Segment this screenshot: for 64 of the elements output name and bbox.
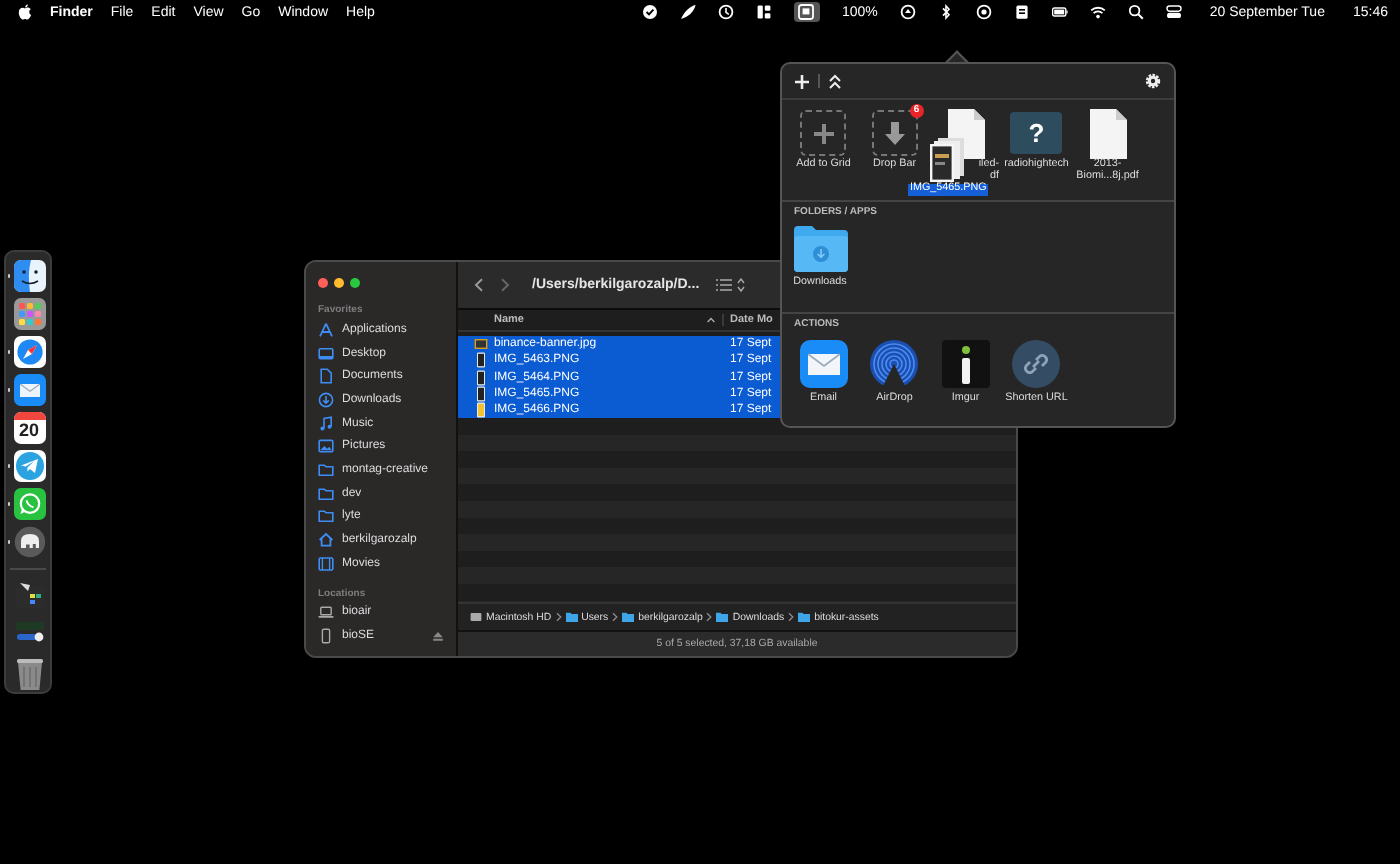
folder-icon[interactable] xyxy=(793,224,847,272)
feather-icon[interactable] xyxy=(679,4,696,20)
clipboard-icon[interactable] xyxy=(1013,4,1030,20)
tray-menu-extra[interactable] xyxy=(793,2,820,22)
battery-icon[interactable] xyxy=(1051,4,1068,20)
mail-icon[interactable] xyxy=(799,340,848,388)
list-view-icon[interactable] xyxy=(715,278,748,292)
control-center-icon[interactable] xyxy=(1165,4,1182,20)
plus-icon xyxy=(811,121,836,145)
add-icon[interactable] xyxy=(794,73,810,89)
chat-bubble-icon[interactable] xyxy=(13,488,45,520)
document-icon xyxy=(318,368,334,385)
add-tile[interactable] xyxy=(800,110,847,156)
chevron-icon xyxy=(555,612,562,622)
link-icon[interactable] xyxy=(1012,340,1061,388)
check-circle-icon[interactable] xyxy=(641,4,658,20)
chevron-icon xyxy=(788,612,795,622)
eject-icon[interactable] xyxy=(432,630,444,643)
folder-icon xyxy=(716,612,729,622)
compass-icon[interactable] xyxy=(13,336,45,368)
imgur-icon[interactable] xyxy=(941,340,990,388)
search-icon[interactable] xyxy=(1127,4,1144,20)
laptop-icon xyxy=(318,604,334,621)
collapse-icon[interactable] xyxy=(828,73,842,89)
trash-icon[interactable] xyxy=(13,656,45,692)
folder-icon xyxy=(622,612,635,622)
calendar-day: 20 xyxy=(13,420,45,442)
apple-icon[interactable] xyxy=(18,4,32,20)
document-icon[interactable] xyxy=(1087,107,1128,159)
elephant-icon[interactable] xyxy=(13,526,45,558)
mail-icon[interactable] xyxy=(13,374,45,406)
wifi-icon[interactable] xyxy=(1089,4,1106,20)
phone-icon xyxy=(318,628,334,645)
forward-chevron-icon[interactable] xyxy=(500,278,510,292)
app-grid-icon[interactable] xyxy=(13,298,45,330)
film-icon xyxy=(318,555,334,572)
close-button[interactable] xyxy=(318,277,328,287)
music-note-icon xyxy=(318,415,334,432)
minimize-button[interactable] xyxy=(334,277,344,287)
chevron-icon xyxy=(706,612,713,622)
picture-icon xyxy=(318,438,334,455)
download-icon xyxy=(318,391,334,408)
question-mark: ? xyxy=(1028,118,1045,148)
finder-icon[interactable] xyxy=(13,260,45,292)
applications-icon xyxy=(318,321,334,338)
folder-icon[interactable]: ? xyxy=(1010,112,1063,154)
download-arrow-icon xyxy=(883,121,906,145)
desktop-icon xyxy=(318,345,334,362)
paper-plane-icon[interactable] xyxy=(13,450,45,482)
settings-icon[interactable] xyxy=(1144,72,1162,90)
clock-icon[interactable] xyxy=(717,4,734,20)
bluetooth-icon[interactable] xyxy=(937,4,954,20)
folder-icon xyxy=(798,612,811,622)
home-icon xyxy=(318,532,334,549)
target-icon[interactable] xyxy=(975,4,992,20)
zoom-button[interactable] xyxy=(350,277,360,287)
sort-caret-icon[interactable] xyxy=(706,316,716,324)
chevron-icon xyxy=(612,612,619,622)
dragged-files-icon xyxy=(930,138,967,182)
folder-icon xyxy=(565,612,578,622)
airdrop-icon[interactable] xyxy=(870,340,919,388)
calendar-icon[interactable]: 20 xyxy=(13,412,45,444)
grid-icon[interactable] xyxy=(755,4,772,20)
back-chevron-icon[interactable] xyxy=(474,278,484,292)
